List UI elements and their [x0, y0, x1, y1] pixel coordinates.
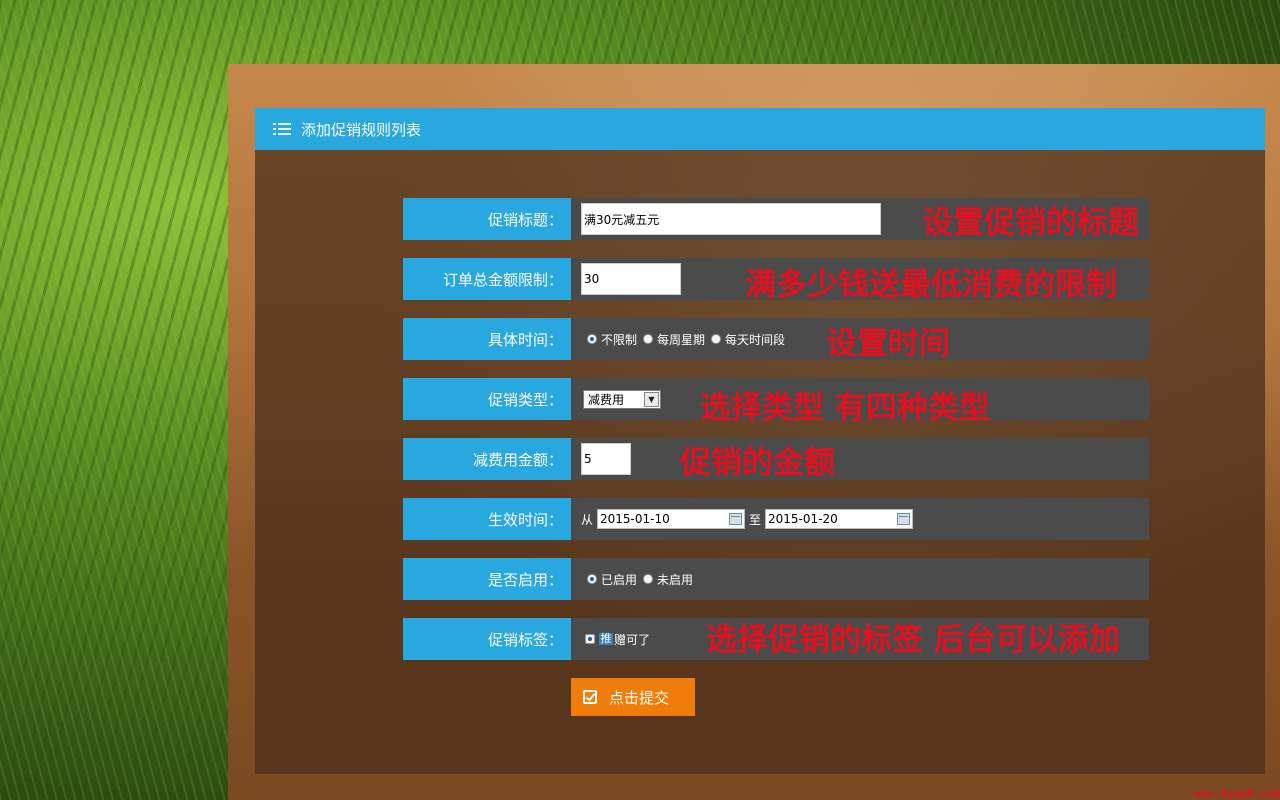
tag-icon: 推 — [599, 632, 613, 645]
calendar-icon[interactable] — [729, 513, 743, 525]
promo-title-input[interactable]: 满30元减五元 — [581, 203, 881, 235]
radio-checked-icon[interactable] — [587, 334, 597, 344]
effective-time-label: 生效时间： — [403, 498, 571, 540]
order-limit-input[interactable]: 30 — [581, 263, 681, 295]
date-range: 从 2015-01-10 至 2015-01-20 — [581, 509, 914, 529]
time-option-daily[interactable]: 每天时间段 — [711, 331, 785, 348]
radio-checked-icon[interactable] — [587, 574, 597, 584]
enabled-option-off[interactable]: 未启用 — [643, 571, 693, 588]
row-specific-time: 具体时间： 不限制 每周星期 每天时间段 — [403, 318, 1149, 360]
promo-title-label: 促销标题： — [403, 198, 571, 240]
specific-time-label: 具体时间： — [403, 318, 571, 360]
watermark: www.0yam0.com — [1193, 787, 1280, 800]
radio-icon[interactable] — [711, 334, 722, 344]
enabled-label: 是否启用： — [403, 558, 571, 600]
end-date-input[interactable]: 2015-01-20 — [765, 509, 914, 529]
time-option-weekly[interactable]: 每周星期 — [643, 331, 705, 348]
enabled-radio-group: 已启用 未启用 — [587, 571, 699, 588]
discount-amount-input[interactable]: 5 — [581, 443, 631, 475]
list-icon — [273, 121, 291, 137]
annotation-time: 设置时间 — [826, 326, 950, 362]
annotation-type: 选择类型 有四种类型 — [700, 390, 990, 426]
annotation-title: 设置促销的标题 — [922, 205, 1139, 241]
chevron-down-icon[interactable]: ▼ — [644, 391, 659, 407]
tag-radio-group: 推 赠可了 — [585, 631, 656, 648]
radio-checked-icon[interactable] — [585, 634, 595, 644]
from-text: 从 — [581, 512, 594, 527]
annotation-tag: 选择促销的标签 后台可以添加 — [706, 622, 1120, 658]
tag-option[interactable]: 推 赠可了 — [585, 631, 650, 648]
to-text: 至 — [749, 512, 762, 527]
start-date-input[interactable]: 2015-01-10 — [597, 509, 746, 529]
check-icon — [583, 690, 597, 704]
promo-type-selected: 减费用 — [588, 392, 625, 407]
tag-text: 赠可了 — [614, 632, 651, 647]
radio-icon[interactable] — [643, 574, 654, 584]
enabled-option-on[interactable]: 已启用 — [587, 571, 637, 588]
panel-title: 添加促销规则列表 — [301, 120, 422, 139]
promo-type-label: 促销类型： — [403, 378, 571, 420]
annotation-amount: 促销的金额 — [680, 445, 835, 481]
annotation-limit: 满多少钱送最低消费的限制 — [745, 267, 1117, 303]
submit-label: 点击提交 — [609, 688, 670, 707]
submit-button[interactable]: 点击提交 — [571, 678, 695, 716]
radio-icon[interactable] — [643, 334, 654, 344]
promo-type-select[interactable]: 减费用 ▼ — [583, 389, 661, 409]
row-effective-time: 生效时间： 从 2015-01-10 至 2015-01-20 — [403, 498, 1149, 540]
panel-header: 添加促销规则列表 — [255, 108, 1265, 150]
order-limit-label: 订单总金额限制： — [403, 258, 571, 300]
row-enabled: 是否启用： 已启用 未启用 — [403, 558, 1149, 600]
time-radio-group: 不限制 每周星期 每天时间段 — [587, 331, 791, 348]
discount-amount-label: 减费用金额： — [403, 438, 571, 480]
time-option-unlimited[interactable]: 不限制 — [587, 331, 637, 348]
promo-tag-label: 促销标签： — [403, 618, 571, 660]
calendar-icon[interactable] — [897, 513, 911, 525]
